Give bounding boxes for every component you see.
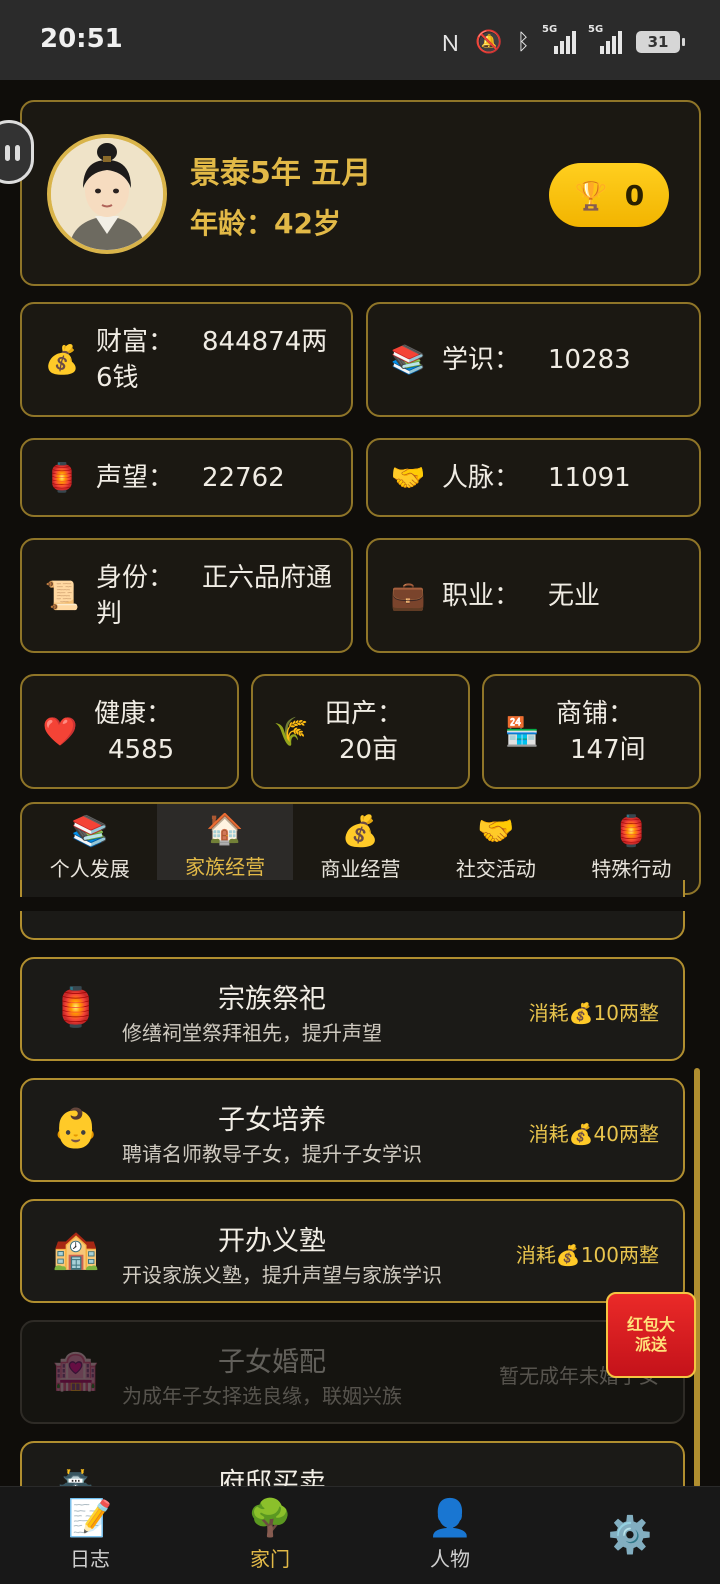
nav-family[interactable]: 🌳 家门 — [180, 1487, 360, 1584]
stat-label: 学识： — [442, 344, 521, 375]
stat-label: 人脉： — [442, 462, 521, 493]
action-desc: 聘请名师教导子女，提升子女学识 — [122, 1142, 422, 1166]
nav-label: 家门 — [250, 1547, 290, 1571]
action-desc: 修缮祠堂祭拜祖先，提升声望 — [122, 1021, 382, 1045]
stat-shops: 🏪 商铺： 147间 — [482, 674, 701, 789]
action-desc: 开设家族义塾，提升声望与家族学识 — [122, 1263, 442, 1287]
stat-farmland: 🌾 田产： 20亩 — [251, 674, 470, 789]
stat-label: 财富： — [96, 326, 175, 357]
tab-label: 家族经营 — [185, 855, 266, 879]
love-house-icon: 🏩 — [52, 1348, 100, 1392]
stat-label: 身份： — [96, 562, 175, 593]
briefcase-icon: 💼 — [390, 579, 426, 612]
shops-value: 147间 — [570, 734, 646, 765]
signal-icon: 5G — [542, 24, 576, 54]
nav-characters[interactable]: 👤 人物 — [360, 1487, 540, 1584]
action-name: 子女婚配 — [218, 1347, 326, 1378]
lantern-icon: 🏮 — [612, 814, 650, 849]
action-children-education[interactable]: 👶 子女培养 聘请名师教导子女，提升子女学识 消耗💰40两整 — [20, 1078, 685, 1182]
lantern-icon: 🏮 — [44, 461, 80, 494]
tree-icon: 🌳 — [247, 1498, 293, 1539]
stat-knowledge: 📚 学识： 10283 — [366, 302, 701, 417]
stat-connections: 🤝 人脉： 11091 — [366, 438, 701, 517]
profile-card: 景泰5年 五月 年龄：42岁 🏆 0 — [20, 100, 701, 286]
trophy-icon: 🏆 — [573, 178, 609, 212]
scrollbar[interactable] — [694, 1068, 700, 1488]
money-bag-icon: 💰 — [44, 343, 80, 376]
action-open-school[interactable]: 🏫 开办义塾 开设家族义塾，提升声望与家族学识 消耗💰100两整 — [20, 1199, 685, 1303]
action-name: 宗族祭祀 — [218, 984, 326, 1015]
era-date: 景泰5年 五月 — [190, 156, 372, 191]
rice-icon: 🌾 — [273, 715, 309, 748]
age-text: 年龄：42岁 — [190, 207, 341, 240]
scroll-icon: 📜 — [44, 579, 80, 612]
stat-label: 田产： — [325, 698, 404, 729]
battery-icon: 31 — [636, 31, 685, 53]
books-icon: 📚 — [71, 814, 109, 849]
stat-identity: 📜 身份： 正六品府通判 — [20, 538, 353, 653]
achievements-button[interactable]: 🏆 0 — [549, 163, 669, 227]
connections-value: 11091 — [548, 462, 631, 493]
signal-icon-2: 5G — [588, 24, 622, 54]
nav-label: 日志 — [70, 1547, 110, 1571]
red-packet-button[interactable]: 红包大派送 — [606, 1292, 696, 1378]
money-bag-icon: 💰 — [341, 814, 380, 849]
red-packet-label: 红包大派送 — [626, 1315, 675, 1354]
nav-label: 人物 — [430, 1547, 470, 1571]
heart-icon: ❤️ — [42, 715, 78, 748]
health-value: 4585 — [108, 734, 175, 765]
status-bar: 20:51 Ｎ 🔕 ᛒ 5G 5G 31 — [0, 0, 720, 80]
stat-label: 商铺： — [556, 698, 635, 729]
school-icon: 🏫 — [52, 1227, 100, 1271]
lantern-icon: 🏮 — [52, 985, 100, 1029]
stat-reputation: 🏮 声望： 22762 — [20, 438, 353, 517]
action-ancestral-sacrifice[interactable]: 🏮 宗族祭祀 修缮祠堂祭拜祖先，提升声望 消耗💰10两整 — [20, 957, 685, 1061]
action-cost: 消耗💰100两整 — [515, 1243, 659, 1267]
bottom-nav: 📝 日志 🌳 家门 👤 人物 ⚙️ — [0, 1486, 720, 1584]
books-icon: 📚 — [390, 343, 426, 376]
stat-label: 声望： — [96, 462, 175, 493]
memo-icon: 📝 — [67, 1498, 113, 1539]
action-desc: 为成年子女择选良缘，联姻兴族 — [122, 1384, 402, 1408]
reputation-value: 22762 — [202, 462, 285, 493]
action-cost: 消耗💰10两整 — [528, 1001, 659, 1025]
gear-icon: ⚙️ — [607, 1514, 653, 1556]
shop-icon: 🏪 — [504, 715, 540, 748]
mute-bell-icon: 🔕 — [475, 29, 503, 55]
nav-settings[interactable]: ⚙️ — [540, 1487, 720, 1584]
list-top-mask — [0, 897, 720, 911]
handshake-icon: 🤝 — [477, 814, 515, 849]
avatar[interactable] — [47, 134, 167, 254]
knowledge-value: 10283 — [548, 344, 631, 375]
person-icon: 👤 — [427, 1498, 473, 1539]
bluetooth-icon: ᛒ — [516, 29, 530, 55]
nfc-icon: Ｎ — [439, 32, 462, 57]
action-name: 子女培养 — [218, 1105, 326, 1136]
trophy-count: 0 — [624, 178, 645, 212]
clock: 20:51 — [40, 24, 123, 54]
tab-label: 特殊行动 — [591, 857, 672, 881]
farmland-value: 20亩 — [339, 734, 399, 765]
stat-wealth: 💰 财富： 844874两6钱 — [20, 302, 353, 417]
action-children-marriage: 🏩 子女婚配 为成年子女择选良缘，联姻兴族 暂无成年未婚子女 — [20, 1320, 685, 1424]
tab-label: 个人发展 — [49, 857, 130, 881]
tab-label: 社交活动 — [455, 857, 536, 881]
action-name: 开办义塾 — [218, 1226, 326, 1257]
tab-label: 商业经营 — [320, 857, 401, 881]
stat-label: 职业： — [442, 580, 521, 611]
house-icon: 🏠 — [206, 812, 244, 847]
occupation-value: 无业 — [548, 580, 601, 611]
stat-label: 健康： — [94, 698, 173, 729]
baby-icon: 👶 — [52, 1106, 100, 1150]
nav-log[interactable]: 📝 日志 — [0, 1487, 180, 1584]
stat-health: ❤️ 健康： 4585 — [20, 674, 239, 789]
stat-occupation: 💼 职业： 无业 — [366, 538, 701, 653]
action-cost: 消耗💰40两整 — [528, 1122, 659, 1146]
handshake-icon: 🤝 — [390, 461, 426, 494]
